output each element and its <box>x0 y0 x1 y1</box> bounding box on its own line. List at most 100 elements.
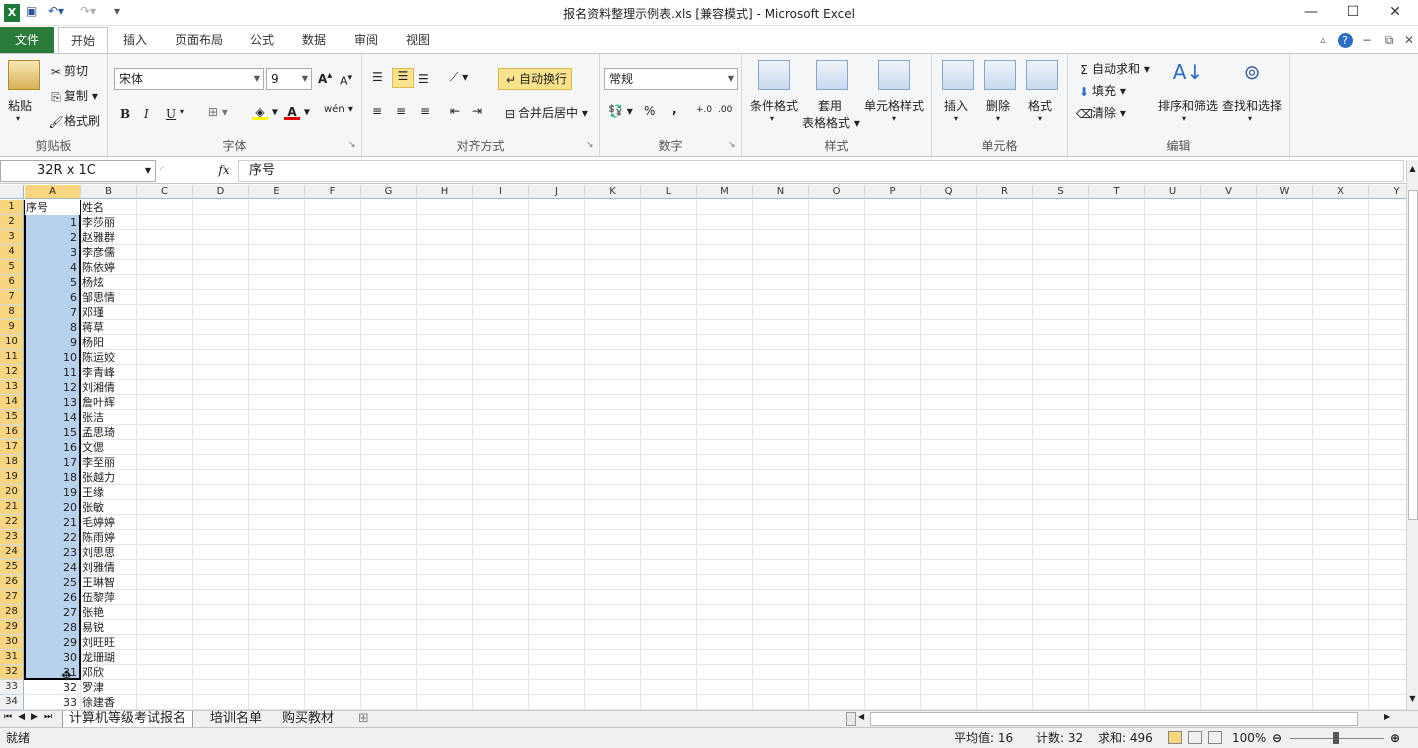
row-header[interactable]: 26 <box>0 575 24 590</box>
cell-name[interactable]: 赵雅群 <box>81 230 136 245</box>
cell-name[interactable]: 徐建香 <box>81 695 136 710</box>
cell-seq[interactable]: 序号 <box>25 200 80 215</box>
cell-name[interactable]: 刘思思 <box>81 545 136 560</box>
format-button[interactable]: 格式 <box>1028 97 1052 114</box>
delete-button[interactable]: 删除 <box>986 97 1010 114</box>
cell-name[interactable]: 姓名 <box>81 200 136 215</box>
zoom-slider-thumb[interactable] <box>1333 732 1339 744</box>
tab-review[interactable]: 审阅 <box>346 27 386 53</box>
column-header[interactable]: H <box>417 185 473 199</box>
cell-seq[interactable]: 1 <box>25 215 80 230</box>
row-header[interactable]: 10 <box>0 335 24 350</box>
cell-seq[interactable]: 21 <box>25 515 80 530</box>
row-header[interactable]: 23 <box>0 530 24 545</box>
row-header[interactable]: 28 <box>0 605 24 620</box>
cell-seq[interactable]: 19 <box>25 485 80 500</box>
row-header[interactable]: 25 <box>0 560 24 575</box>
tab-file[interactable]: 文件 <box>0 27 54 53</box>
cell-seq[interactable]: 9 <box>25 335 80 350</box>
minimize-button[interactable]: — <box>1288 0 1334 26</box>
zoom-out-icon[interactable]: ⊖ <box>1272 728 1282 748</box>
fill-button[interactable]: ⬇ 填充 ▾ <box>1076 82 1126 100</box>
column-header[interactable]: L <box>641 185 697 199</box>
conditional-format-button[interactable]: 条件格式 <box>750 97 798 114</box>
insert-function-button[interactable]: fx <box>212 160 236 182</box>
format-painter-button[interactable]: 🖌格式刷 <box>48 112 100 130</box>
row-header[interactable]: 34 <box>0 695 24 710</box>
accounting-format-icon[interactable]: 💱 ▾ <box>608 104 633 118</box>
column-header[interactable]: X <box>1313 185 1369 199</box>
cell-styles-button[interactable]: 单元格样式 <box>864 97 924 114</box>
restore-workbook-icon[interactable]: ⧉ <box>1380 27 1398 53</box>
cell-name[interactable]: 邹思情 <box>81 290 136 305</box>
align-right-icon[interactable]: ≡ <box>420 104 430 118</box>
row-header[interactable]: 9 <box>0 320 24 335</box>
insert-button[interactable]: 插入 <box>944 97 968 114</box>
format-cells-icon[interactable] <box>1026 60 1058 90</box>
row-header[interactable]: 32 <box>0 665 24 680</box>
tab-formulas[interactable]: 公式 <box>242 27 282 53</box>
cell-seq[interactable]: 33 <box>25 695 80 710</box>
cell-styles-icon[interactable] <box>878 60 910 90</box>
cell-name[interactable]: 毛婷婷 <box>81 515 136 530</box>
row-header[interactable]: 19 <box>0 470 24 485</box>
cell-name[interactable]: 伍黎萍 <box>81 590 136 605</box>
cell-seq[interactable]: 27 <box>25 605 80 620</box>
cell-name[interactable]: 陈运姣 <box>81 350 136 365</box>
page-layout-view-icon[interactable] <box>1188 731 1202 744</box>
column-header[interactable]: S <box>1033 185 1089 199</box>
tab-page-layout[interactable]: 页面布局 <box>166 27 232 53</box>
row-header[interactable]: 4 <box>0 245 24 260</box>
decrease-decimal-icon[interactable]: .00 <box>718 105 732 115</box>
column-header[interactable]: I <box>473 185 529 199</box>
conditional-format-dropdown-icon[interactable]: ▾ <box>770 114 774 123</box>
sort-filter-icon[interactable]: A↓ <box>1172 60 1204 90</box>
binoculars-icon[interactable]: ⊚ <box>1236 60 1268 90</box>
cell-name[interactable]: 李莎丽 <box>81 215 136 230</box>
border-icon[interactable]: ⊞ ▾ <box>208 105 228 119</box>
cell-seq[interactable]: 24 <box>25 560 80 575</box>
row-header[interactable]: 20 <box>0 485 24 500</box>
number-format-select[interactable]: 常规 ▼ <box>604 68 738 90</box>
row-header[interactable]: 15 <box>0 410 24 425</box>
scroll-right-icon[interactable]: ▶ <box>1384 712 1390 721</box>
cell-seq[interactable]: 17 <box>25 455 80 470</box>
row-header[interactable]: 29 <box>0 620 24 635</box>
scroll-up-icon[interactable]: ▲ <box>1407 164 1418 178</box>
row-header[interactable]: 6 <box>0 275 24 290</box>
grow-font-button[interactable]: A▴ <box>318 70 332 86</box>
bold-button[interactable]: B <box>120 107 130 121</box>
insert-dropdown-icon[interactable]: ▾ <box>954 114 958 123</box>
minimize-workbook-icon[interactable]: − <box>1358 27 1376 53</box>
close-button[interactable]: ✕ <box>1372 0 1418 26</box>
normal-view-icon[interactable] <box>1168 731 1182 744</box>
cell-seq[interactable]: 22 <box>25 530 80 545</box>
row-header[interactable]: 16 <box>0 425 24 440</box>
cell-seq[interactable]: 15 <box>25 425 80 440</box>
column-header[interactable]: K <box>585 185 641 199</box>
cell-name[interactable]: 张艳 <box>81 605 136 620</box>
shrink-font-button[interactable]: A▾ <box>340 72 352 88</box>
scroll-left-icon[interactable]: ◀ <box>858 712 864 721</box>
cell-seq[interactable]: 2 <box>25 230 80 245</box>
font-dialog-launcher-icon[interactable]: ↘ <box>348 140 356 150</box>
find-select-button[interactable]: 查找和选择 <box>1222 97 1282 114</box>
column-header[interactable]: C <box>137 185 193 199</box>
cell-seq[interactable]: 14 <box>25 410 80 425</box>
row-header[interactable]: 31 <box>0 650 24 665</box>
sort-dropdown-icon[interactable]: ▾ <box>1182 114 1186 123</box>
cell-seq[interactable]: 7 <box>25 305 80 320</box>
column-header[interactable]: J <box>529 185 585 199</box>
cell-seq[interactable]: 26 <box>25 590 80 605</box>
delete-cells-icon[interactable] <box>984 60 1016 90</box>
tab-split-handle[interactable] <box>846 712 856 726</box>
cut-button[interactable]: ✂ 剪切 <box>48 62 88 80</box>
cell-seq[interactable]: 11 <box>25 365 80 380</box>
percent-style-button[interactable]: % <box>644 104 655 118</box>
page-break-view-icon[interactable] <box>1208 731 1222 744</box>
cell-name[interactable]: 杨阳 <box>81 335 136 350</box>
row-header[interactable]: 7 <box>0 290 24 305</box>
row-header[interactable]: 27 <box>0 590 24 605</box>
underline-button[interactable]: U <box>166 107 176 121</box>
cell-name[interactable]: 蒋草 <box>81 320 136 335</box>
